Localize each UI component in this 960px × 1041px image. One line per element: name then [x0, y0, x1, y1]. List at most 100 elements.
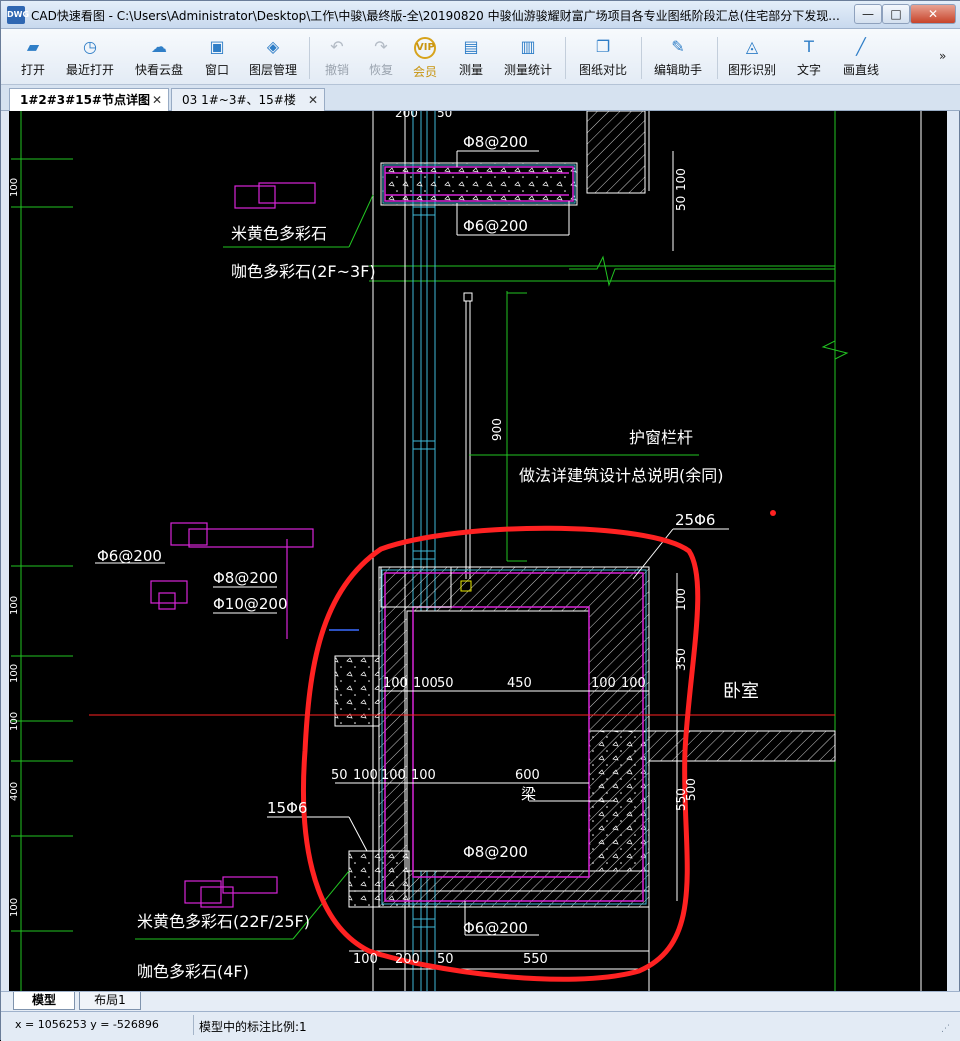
- redo-label: 恢复: [368, 63, 393, 77]
- maximize-button[interactable]: □: [882, 4, 910, 24]
- measure-stats-label: 测量统计: [503, 63, 552, 77]
- compare-icon: ❐: [595, 37, 611, 56]
- ruler-icon: ▤: [463, 37, 479, 56]
- vip-button[interactable]: VIP 会员: [405, 31, 445, 83]
- vip-label: 会员: [412, 65, 437, 79]
- compare-label: 图纸对比: [578, 63, 627, 77]
- dimension-label: 50: [331, 768, 348, 783]
- rebar-label: Φ8@200: [463, 843, 528, 861]
- minimize-button[interactable]: —: [854, 4, 882, 24]
- dimension-label: 500: [684, 778, 698, 801]
- main-beam-section: [334, 566, 836, 908]
- tab-label: 03 1#~3#、15#楼: [182, 93, 296, 107]
- room-label: 卧室: [723, 681, 759, 702]
- railing-note: 做法详建筑设计总说明(余同): [519, 466, 724, 485]
- tab-layout1[interactable]: 布局1: [79, 992, 141, 1010]
- app-logo-icon: DWG: [7, 6, 29, 24]
- measure-stats-button[interactable]: ▥ 测量统计: [499, 31, 557, 83]
- folder-open-icon: ▰: [26, 37, 40, 56]
- edit-assistant-label: 编辑助手: [653, 63, 702, 77]
- line-icon: ╱: [856, 37, 866, 56]
- text-icon: T: [804, 37, 814, 56]
- dimension-label: 350: [674, 648, 688, 671]
- material-label: 米黄色多彩石: [231, 224, 327, 243]
- axis-dimension: 400: [9, 782, 20, 801]
- toolbar-separator: [641, 37, 642, 79]
- recent-open-button[interactable]: ◷ 最近打开: [61, 31, 119, 83]
- window-title: CAD快速看图 - C:\Users\Administrator\Desktop…: [31, 9, 840, 23]
- dimension-label: 100: [674, 168, 688, 191]
- cloud-disk-button[interactable]: ☁ 快看云盘: [129, 31, 189, 83]
- shape-recognition-icon: ◬: [745, 37, 759, 56]
- resize-grip-icon[interactable]: ⋰: [941, 1024, 950, 1034]
- railing: [463, 292, 473, 579]
- dimension-label: 100: [674, 588, 688, 611]
- layers-icon: ◈: [266, 37, 280, 56]
- tab-node-detail[interactable]: 1#2#3#15#节点详图 ✕: [9, 88, 169, 111]
- rebar-label: Φ6@200: [463, 217, 528, 235]
- railing-dimension: [507, 292, 527, 562]
- cloud-disk-label: 快看云盘: [134, 63, 183, 77]
- dimension-label: 100: [411, 768, 436, 783]
- dimension-label: 200: [395, 952, 420, 967]
- tab-label: 1#2#3#15#节点详图: [20, 93, 150, 107]
- vertical-scrollbar[interactable]: [947, 111, 953, 991]
- dimension-label: 50: [437, 952, 454, 967]
- window-label: 窗口: [204, 63, 229, 77]
- redo-icon: ↷: [374, 37, 388, 56]
- rebar-count-label: 25Φ6: [675, 511, 715, 529]
- axis-dimension: 100: [9, 178, 20, 197]
- material-label: 米黄色多彩石(22F/25F): [137, 912, 310, 931]
- rebar-label: Φ8@200: [463, 133, 528, 151]
- toolbar-separator: [565, 37, 566, 79]
- dimension-label: 100: [383, 676, 408, 691]
- close-tab-icon[interactable]: ✕: [152, 89, 162, 111]
- undo-button[interactable]: ↶ 撤销: [317, 31, 357, 83]
- axis-dimension: 100: [9, 898, 20, 917]
- main-toolbar: ▰ 打开 ◷ 最近打开 ☁ 快看云盘 ▣ 窗口 ◈ 图层管理 ↶ 撤销 ↷ 恢复: [1, 29, 960, 85]
- open-label: 打开: [20, 63, 45, 77]
- open-button[interactable]: ▰ 打开: [11, 31, 55, 83]
- tab-model[interactable]: 模型: [13, 992, 75, 1010]
- status-bar: x = 1056253 y = -526896 模型中的标注比例:1 ⋰: [1, 1011, 960, 1041]
- close-button[interactable]: ✕: [910, 4, 956, 24]
- dimension-label: 100: [621, 676, 646, 691]
- undo-icon: ↶: [330, 37, 344, 56]
- dimension-label: 900: [490, 418, 504, 441]
- axis-dimension: 100: [9, 712, 20, 731]
- compare-button[interactable]: ❐ 图纸对比: [573, 31, 633, 83]
- vip-icon: VIP: [414, 37, 436, 59]
- annotation-scale: 模型中的标注比例:1: [199, 1020, 307, 1034]
- cursor-coordinates: x = 1056253 y = -526896: [15, 1018, 159, 1031]
- material-leaders: [135, 194, 374, 940]
- rebar-label: Φ10@200: [213, 595, 288, 613]
- toolbar-more-button[interactable]: »: [939, 49, 946, 63]
- title-bar: DWG CAD快速看图 - C:\Users\Administrator\Des…: [1, 1, 960, 29]
- text-label: 文字: [796, 63, 821, 77]
- tab-building-plan[interactable]: 03 1#~3#、15#楼 ✕: [171, 88, 325, 111]
- dimension-label: 200: [395, 111, 418, 120]
- edit-assistant-button[interactable]: ✎ 编辑助手: [649, 31, 707, 83]
- drawing-canvas[interactable]: Φ8@200 Φ6@200 米黄色多彩石 咖色多彩石(2F~3F) 900 护窗…: [9, 111, 953, 991]
- railing-label: 护窗栏杆: [629, 428, 693, 447]
- dimension-label: 450: [507, 676, 532, 691]
- dimension-label: 100: [353, 952, 378, 967]
- rebar-count-label: 15Φ6: [267, 799, 307, 817]
- close-tab-icon[interactable]: ✕: [308, 89, 318, 111]
- dimension-label: 100: [381, 768, 406, 783]
- text-button[interactable]: T 文字: [789, 31, 829, 83]
- axis-dimension: 100: [9, 664, 20, 683]
- cloud-icon: ☁: [151, 37, 167, 56]
- draw-line-button[interactable]: ╱ 画直线: [837, 31, 885, 83]
- measure-button[interactable]: ▤ 测量: [451, 31, 491, 83]
- redo-button[interactable]: ↷ 恢复: [361, 31, 401, 83]
- clock-icon: ◷: [83, 37, 97, 56]
- window-select-icon: ▣: [209, 37, 225, 56]
- window-button[interactable]: ▣ 窗口: [197, 31, 237, 83]
- material-label: 咖色多彩石(2F~3F): [231, 262, 376, 281]
- dimension-label: 100: [353, 768, 378, 783]
- layer-manager-button[interactable]: ◈ 图层管理: [243, 31, 303, 83]
- app-window: DWG CAD快速看图 - C:\Users\Administrator\Des…: [0, 0, 960, 1041]
- shape-recognition-button[interactable]: ◬ 图形识别: [723, 31, 781, 83]
- axis-dimension: 100: [9, 596, 20, 615]
